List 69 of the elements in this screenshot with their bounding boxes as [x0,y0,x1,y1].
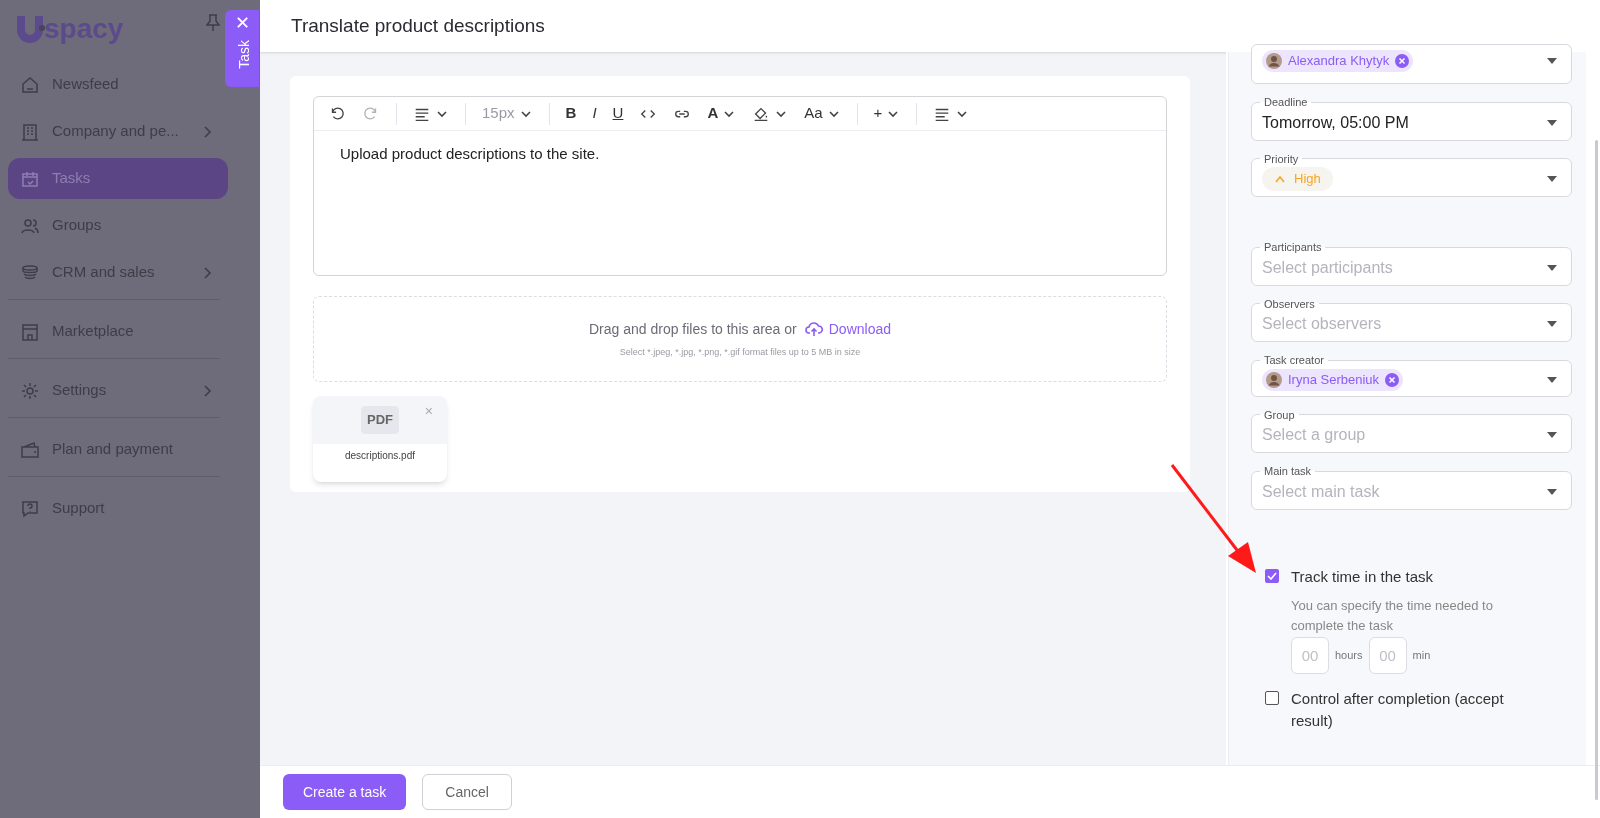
dropdown-caret-icon [1547,488,1557,495]
field-placeholder: Select participants [1262,257,1393,278]
option-label: Track time in the task [1291,566,1434,587]
toolbar-button[interactable]: B [559,100,583,127]
person-chip[interactable]: Alexandra Khytyk [1262,50,1414,72]
toolbar-button[interactable]: I [586,100,603,127]
option-description: You can specify the time needed to complete the task [1291,596,1494,635]
dropzone[interactable]: Drag and drop files to this area or Download Select *.jpeg, *.jpg, *.png, *.gif format files up to 5 MB in size [313,296,1167,382]
dropdown-caret-icon [1547,376,1557,383]
close-icon[interactable]: ✕ [234,14,250,32]
checkbox[interactable] [1265,568,1279,583]
field-value: Tomorrow, 05:00 PM [1262,112,1409,133]
file-type-label: PDF [361,406,399,434]
unit-label: hours [1335,647,1363,663]
dropdown-caret-icon [1547,58,1557,64]
shop-icon [20,321,40,342]
toolbar-button[interactable]: Aa [798,100,847,127]
dropzone-hint: Select *.jpeg, *.jpg, *.png, *.gif format files up to 5 MB in size [619,345,861,359]
avatar-icon [1266,371,1282,388]
field-label: Main task [1263,464,1313,479]
window-title: Translate product descriptions [291,13,545,38]
unit-label: min [1412,647,1431,663]
dropdown-caret-icon [1547,264,1557,271]
avatar-icon [1266,53,1282,69]
field-label: Priority [1263,151,1300,167]
field-label: Group [1263,407,1296,423]
dropdown-field[interactable]: Alexandra Khytyk [1251,44,1572,84]
dropdown-caret-icon [1547,176,1557,182]
tab-label: Task [234,40,251,69]
dropdown-caret-icon [1547,321,1557,327]
help-icon [20,498,40,519]
field-placeholder: Select a group [1262,425,1366,445]
chevron-up-icon [1274,175,1286,183]
home-icon [20,74,40,95]
dropdown-caret-icon [1547,432,1557,438]
option-label: Control after completion (accept result) [1291,688,1505,731]
cancel-button[interactable]: Cancel [422,774,512,810]
time-input[interactable]: 00 [1368,636,1407,674]
toolbar-button[interactable]: 15px [476,100,539,127]
remove-icon[interactable] [1395,54,1410,68]
field-placeholder: Select main task [1262,481,1380,502]
sidebar-item[interactable]: Tasks [8,158,228,199]
time-input[interactable]: 00 [1291,636,1329,674]
field-placeholder: Select observers [1262,314,1382,334]
building-icon [20,121,40,142]
checkbox[interactable] [1265,690,1279,705]
field-label: Deadline [1263,95,1309,110]
file-card[interactable]: PDF × descriptions.pdf [313,396,447,482]
wallet-icon [20,439,40,460]
person-chip[interactable]: Iryna Serbeniuk [1262,368,1404,391]
logo-icon [15,14,45,44]
dropzone-text: Drag and drop files to this area or [588,319,797,339]
upload-cloud-icon [804,321,823,338]
pin-icon[interactable] [206,14,220,32]
field-label: Observers [1263,296,1316,312]
dropdown-caret-icon [1547,119,1557,126]
remove-icon[interactable] [1385,372,1400,387]
download-link[interactable]: Download [804,318,891,340]
field-label: Task creator [1263,353,1325,368]
task-side-tab[interactable]: ✕ Task [225,10,259,87]
create-task-button[interactable]: Create a task [283,774,407,810]
file-name: descriptions.pdf [343,449,416,463]
toolbar-button[interactable]: + [867,100,907,127]
toolbar-button[interactable]: A [701,100,743,127]
text-editor[interactable]: 15px B I U A Aa + Upload product descriptions to the site. [313,96,1167,276]
field-label: Participants [1263,240,1323,255]
toolbar-button[interactable]: U [606,100,630,127]
editor-text: Upload product descriptions to the site. [339,144,601,164]
scrollbar[interactable] [1595,140,1598,800]
